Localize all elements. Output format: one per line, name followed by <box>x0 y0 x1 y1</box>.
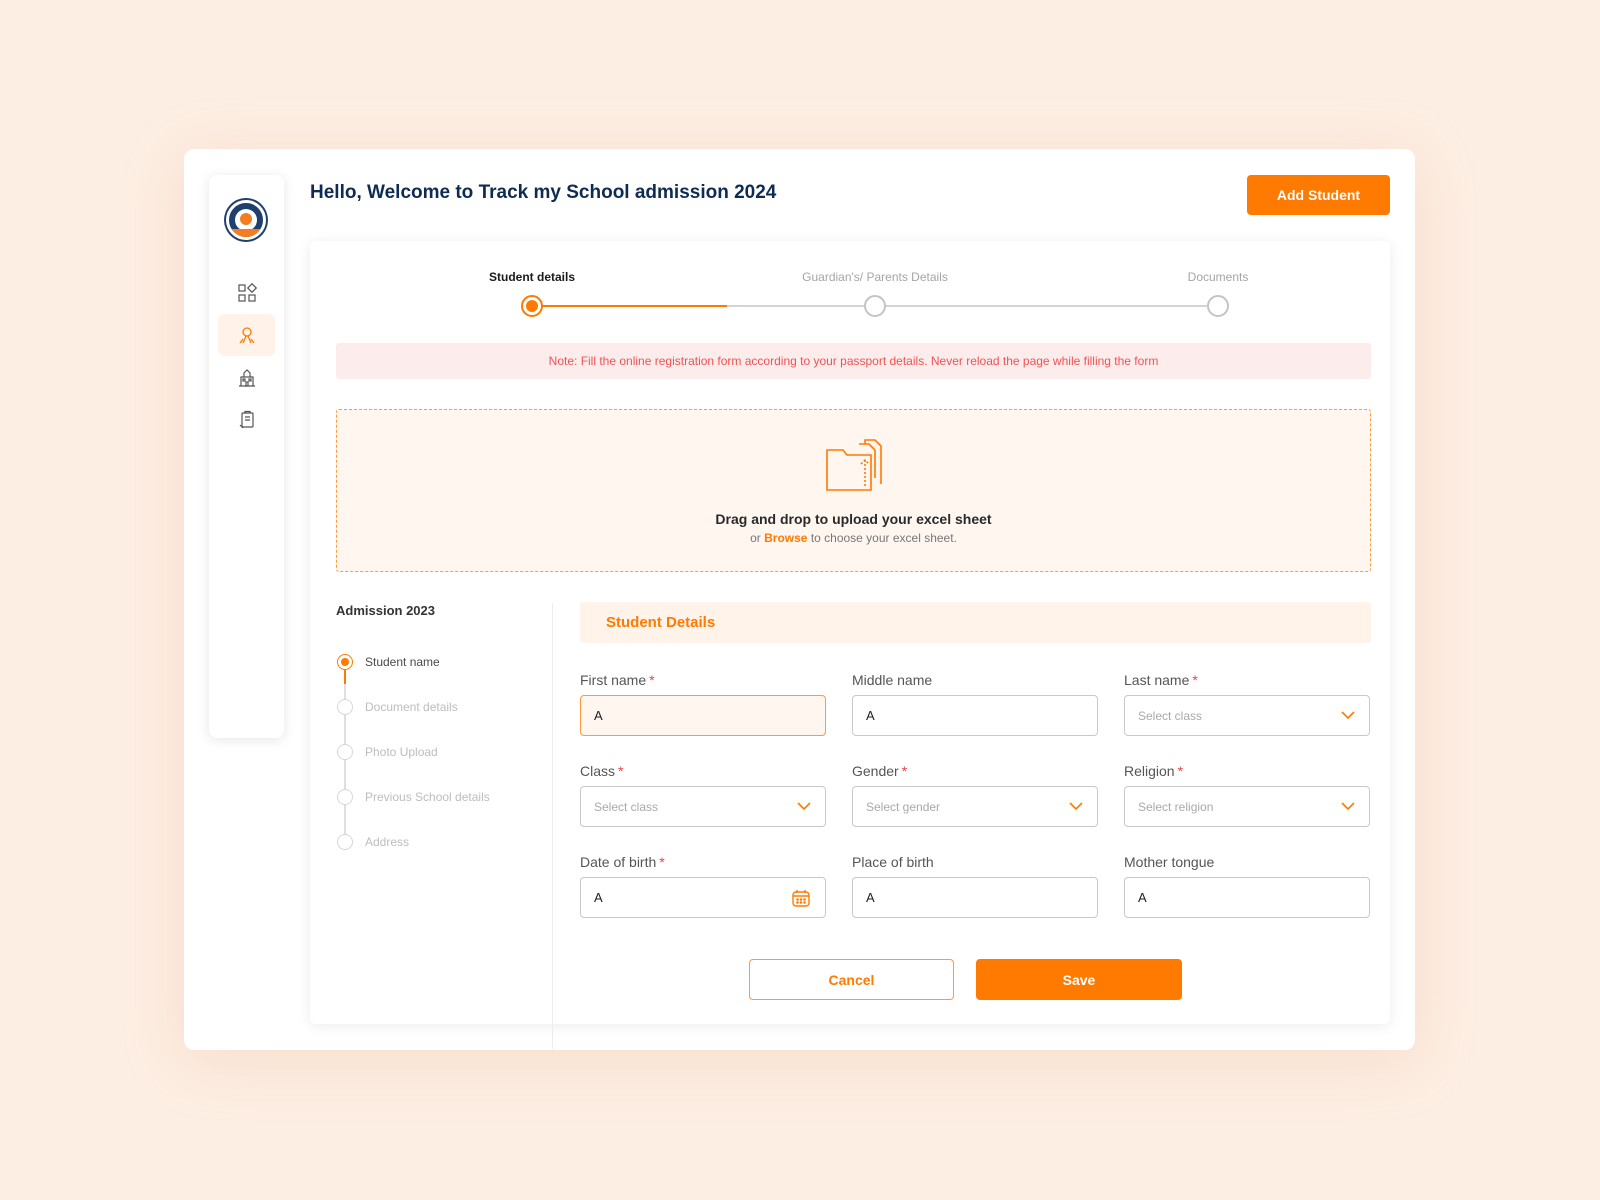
substep-dot-student-name <box>337 654 353 670</box>
sidebar <box>209 175 284 738</box>
substep-address[interactable]: Address <box>365 835 409 849</box>
dob-label: Date of birth * <box>580 854 665 870</box>
sidebar-item-records[interactable] <box>218 399 275 441</box>
clipboard-icon <box>239 410 254 429</box>
substep-student-name[interactable]: Student name <box>365 655 440 669</box>
calendar-icon[interactable] <box>791 888 811 908</box>
gender-label: Gender * <box>852 763 908 779</box>
substep-document-details[interactable]: Document details <box>365 700 458 714</box>
school-logo <box>226 200 266 240</box>
chevron-down-icon <box>797 802 811 811</box>
admission-title: Admission 2023 <box>336 603 435 618</box>
substep-dot-document-details <box>337 699 353 715</box>
panel-divider <box>552 603 553 1049</box>
first-name-input[interactable]: A <box>580 695 826 736</box>
mother-tongue-label: Mother tongue <box>1124 854 1215 870</box>
chevron-down-icon <box>1069 802 1083 811</box>
last-name-label: Last name * <box>1124 672 1198 688</box>
last-name-select[interactable]: Select class <box>1124 695 1370 736</box>
step-guardian-details[interactable]: Guardian's/ Parents Details <box>802 270 948 284</box>
class-label: Class * <box>580 763 624 779</box>
dob-input[interactable]: A <box>580 877 826 918</box>
registration-note: Note: Fill the online registration form … <box>336 343 1371 379</box>
first-name-label: First name * <box>580 672 655 688</box>
step-student-details[interactable]: Student details <box>489 270 575 284</box>
place-of-birth-input[interactable]: A <box>852 877 1098 918</box>
mother-tongue-input[interactable]: A <box>1124 877 1370 918</box>
app-window: Hello, Welcome to Track my School admiss… <box>184 149 1415 1050</box>
place-of-birth-label: Place of birth <box>852 854 934 870</box>
class-select[interactable]: Select class <box>580 786 826 827</box>
gender-select[interactable]: Select gender <box>852 786 1098 827</box>
page-title: Hello, Welcome to Track my School admiss… <box>310 182 777 203</box>
step-dot-guardian-details[interactable] <box>864 295 886 317</box>
cancel-button[interactable]: Cancel <box>749 959 954 1000</box>
substep-photo-upload[interactable]: Photo Upload <box>365 745 438 759</box>
excel-dropzone[interactable]: Drag and drop to upload your excel sheet… <box>336 409 1371 572</box>
substep-previous-school[interactable]: Previous School details <box>365 790 490 804</box>
dashboard-icon <box>237 283 257 302</box>
student-icon <box>238 327 255 344</box>
middle-name-input[interactable]: A <box>852 695 1098 736</box>
add-student-button[interactable]: Add Student <box>1247 175 1390 215</box>
browse-link[interactable]: Browse <box>764 531 807 545</box>
folder-upload-icon <box>826 439 882 491</box>
save-button[interactable]: Save <box>976 959 1182 1000</box>
substep-dot-photo-upload <box>337 744 353 760</box>
sidebar-item-students[interactable] <box>218 314 275 356</box>
section-title: Student Details <box>580 602 1371 643</box>
step-dot-documents[interactable] <box>1207 295 1229 317</box>
step-dot-student-details[interactable] <box>521 295 543 317</box>
school-building-icon <box>238 369 255 387</box>
sidebar-item-dashboard[interactable] <box>218 272 275 314</box>
religion-select[interactable]: Select religion <box>1124 786 1370 827</box>
substep-dot-previous-school <box>337 789 353 805</box>
sidebar-item-schools[interactable] <box>218 357 275 399</box>
step-documents[interactable]: Documents <box>1188 270 1249 284</box>
substep-dot-address <box>337 834 353 850</box>
chevron-down-icon <box>1341 711 1355 720</box>
middle-name-label: Middle name <box>852 672 933 688</box>
admission-form-card: Student details Guardian's/ Parents Deta… <box>310 241 1390 1049</box>
religion-label: Religion * <box>1124 763 1184 779</box>
upload-title: Drag and drop to upload your excel sheet <box>715 511 992 527</box>
chevron-down-icon <box>1341 802 1355 811</box>
upload-subtext: or Browse to choose your excel sheet. <box>750 531 957 545</box>
stepper-progress <box>532 305 727 307</box>
